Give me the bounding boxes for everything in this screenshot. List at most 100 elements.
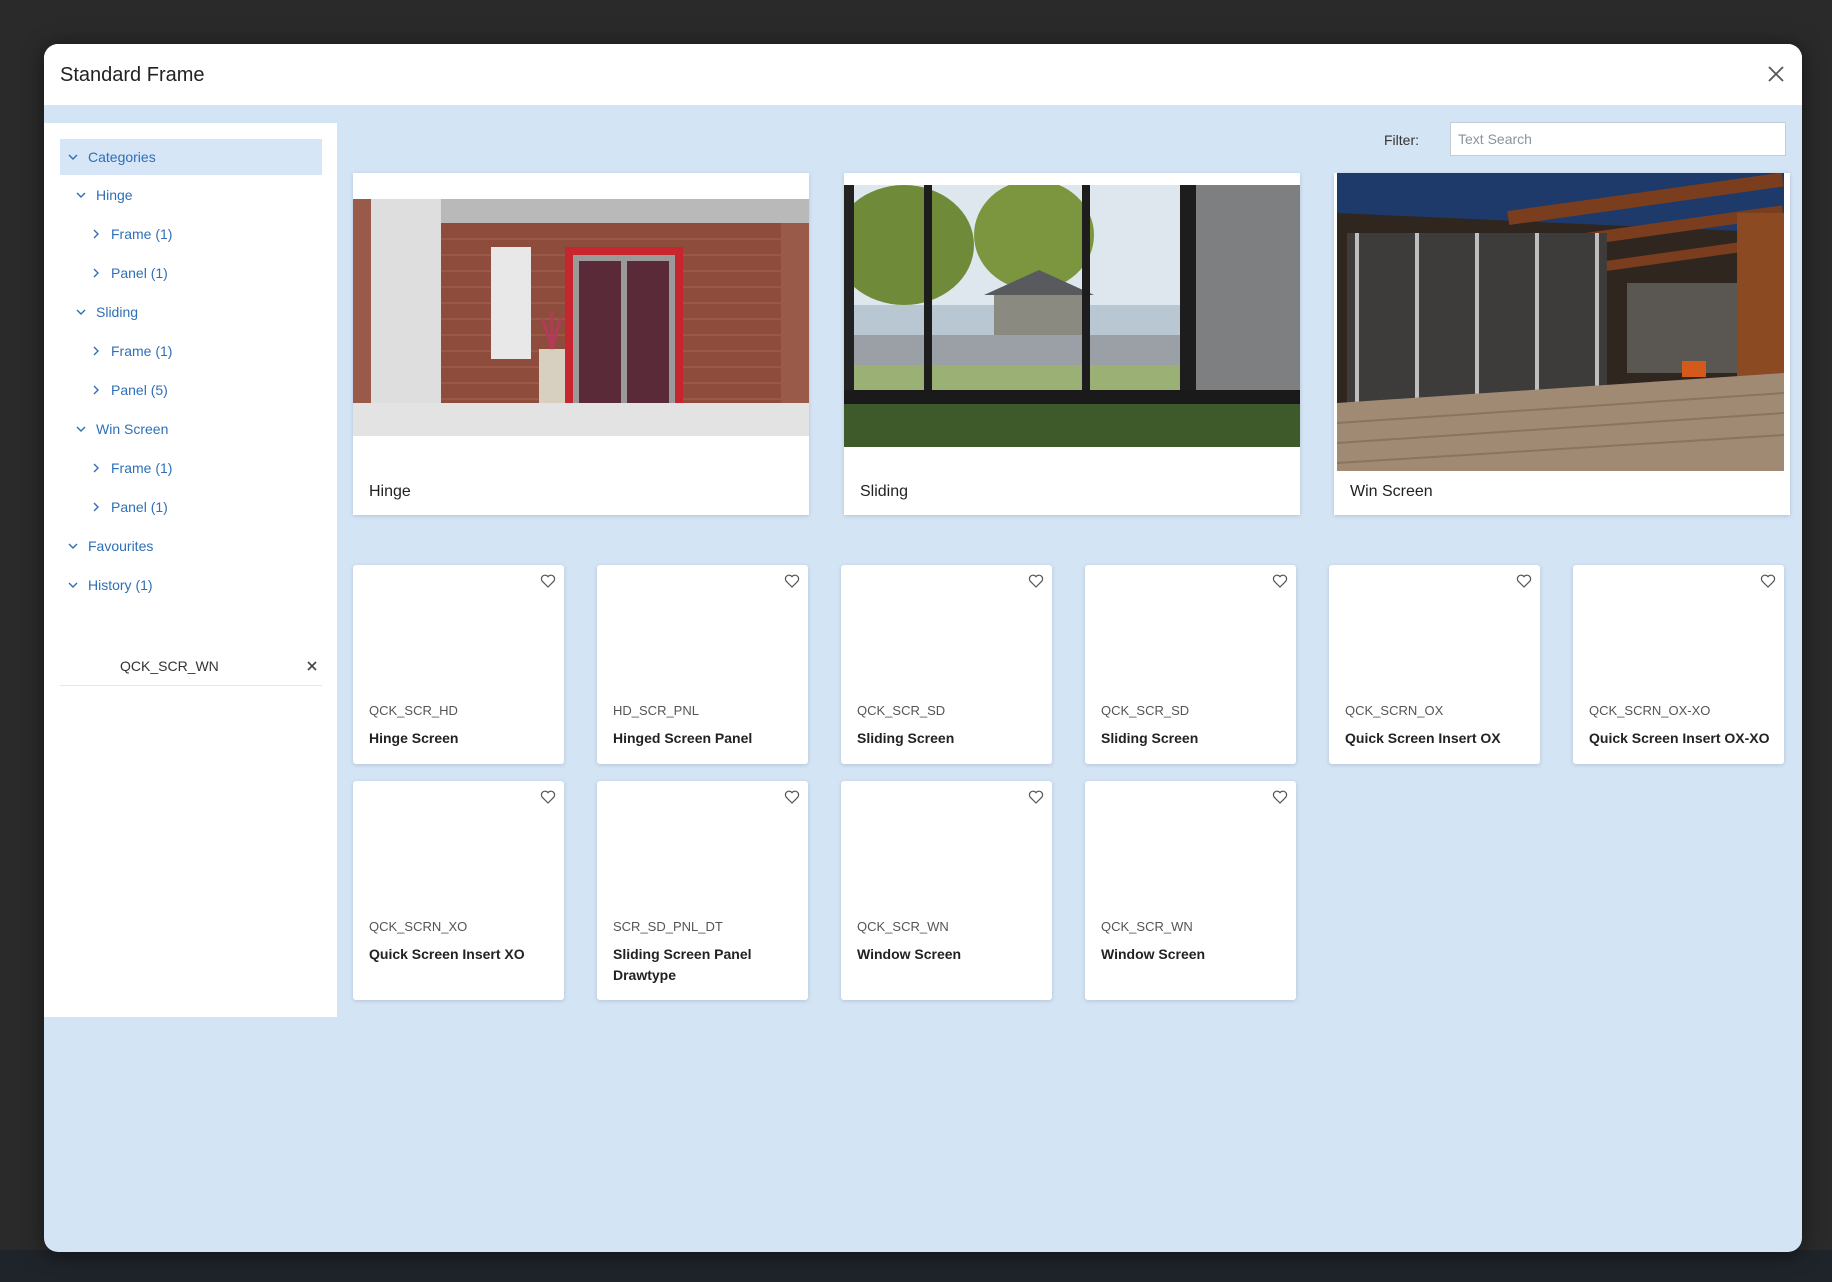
sliding-category-image [844, 185, 1300, 447]
favourite-button[interactable] [540, 573, 556, 589]
product-code: QCK_SCR_SD [1101, 703, 1190, 718]
tree-item-label: Panel (5) [111, 382, 168, 398]
heart-outline-icon [540, 574, 556, 588]
close-icon [1768, 66, 1784, 82]
product-card[interactable]: HD_SCR_PNL Hinged Screen Panel [597, 565, 808, 764]
tree-item-label: Panel (1) [111, 499, 168, 515]
product-name: Quick Screen Insert OX-XO [1589, 730, 1770, 746]
product-name: Hinge Screen [369, 730, 459, 746]
product-code: QCK_SCR_SD [857, 703, 946, 718]
favourite-button[interactable] [784, 789, 800, 805]
favourite-button[interactable] [784, 573, 800, 589]
dialog-title: Standard Frame [60, 64, 205, 86]
tree-item-hinge-frame[interactable]: Frame (1) [89, 216, 172, 252]
tree-item-label: Frame (1) [111, 460, 173, 476]
chevron-down-icon [74, 188, 88, 202]
tree-item-sliding-panel[interactable]: Panel (5) [89, 372, 168, 408]
category-card-hinge[interactable]: Hinge [353, 173, 809, 515]
favourite-button[interactable] [1028, 573, 1044, 589]
product-code: QCK_SCRN_OX [1345, 703, 1444, 718]
category-card-label: Win Screen [1350, 483, 1433, 500]
product-code: QCK_SCR_WN [857, 919, 949, 934]
heart-outline-icon [1516, 574, 1532, 588]
heart-outline-icon [1760, 574, 1776, 588]
filter-label: Filter: [1384, 132, 1419, 148]
favourite-button[interactable] [1272, 789, 1288, 805]
heart-outline-icon [1028, 790, 1044, 804]
tree-item-categories[interactable]: Categories [60, 139, 322, 175]
tree-item-win-screen[interactable]: Win Screen [74, 411, 168, 447]
chevron-down-icon [66, 150, 80, 164]
x-icon [307, 661, 317, 671]
tree-item-win-screen-panel[interactable]: Panel (1) [89, 489, 168, 525]
chevron-right-icon [89, 383, 103, 397]
product-name: Quick Screen Insert XO [369, 946, 525, 962]
category-card-win-screen[interactable]: Win Screen [1334, 173, 1790, 515]
tree-item-label: History (1) [88, 577, 153, 593]
product-code: QCK_SCR_WN [1101, 919, 1193, 934]
history-item[interactable]: QCK_SCR_WN [60, 648, 322, 686]
tree-item-label: Panel (1) [111, 265, 168, 281]
remove-history-button[interactable] [304, 658, 320, 674]
tree-item-label: Favourites [88, 538, 154, 554]
product-code: SCR_SD_PNL_DT [613, 919, 723, 934]
chevron-right-icon [89, 461, 103, 475]
product-card[interactable]: QCK_SCR_SD Sliding Screen [1085, 565, 1296, 764]
product-card[interactable]: QCK_SCR_SD Sliding Screen [841, 565, 1052, 764]
tree-item-label: Categories [88, 149, 156, 165]
chevron-down-icon [66, 578, 80, 592]
product-name: Quick Screen Insert OX [1345, 730, 1501, 746]
heart-outline-icon [784, 574, 800, 588]
tree-item-label: Frame (1) [111, 226, 173, 242]
heart-outline-icon [1028, 574, 1044, 588]
tree-item-hinge-panel[interactable]: Panel (1) [89, 255, 168, 291]
product-code: QCK_SCRN_OX-XO [1589, 703, 1711, 718]
tree-item-win-screen-frame[interactable]: Frame (1) [89, 450, 172, 486]
close-button[interactable] [1762, 60, 1790, 88]
chevron-down-icon [66, 539, 80, 553]
product-card[interactable]: QCK_SCR_HD Hinge Screen [353, 565, 564, 764]
heart-outline-icon [784, 790, 800, 804]
category-card-sliding[interactable]: Sliding [844, 173, 1300, 515]
win-screen-category-image [1337, 173, 1784, 471]
favourite-button[interactable] [1272, 573, 1288, 589]
tree-item-sliding-frame[interactable]: Frame (1) [89, 333, 172, 369]
product-card[interactable]: QCK_SCRN_OX Quick Screen Insert OX [1329, 565, 1540, 764]
dialog-header: Standard Frame [44, 44, 1802, 106]
chevron-down-icon [74, 305, 88, 319]
chevron-right-icon [89, 344, 103, 358]
product-card[interactable]: SCR_SD_PNL_DT Sliding Screen Panel Drawt… [597, 781, 808, 1000]
chevron-right-icon [89, 227, 103, 241]
heart-outline-icon [1272, 790, 1288, 804]
product-card[interactable]: QCK_SCRN_XO Quick Screen Insert XO [353, 781, 564, 1000]
product-code: QCK_SCR_HD [369, 703, 458, 718]
heart-outline-icon [1272, 574, 1288, 588]
tree-item-sliding[interactable]: Sliding [74, 294, 138, 330]
favourite-button[interactable] [1028, 789, 1044, 805]
tree-item-history[interactable]: History (1) [66, 567, 153, 603]
product-name: Window Screen [857, 946, 962, 962]
text-search-input[interactable] [1450, 122, 1786, 156]
product-name: Hinged Screen Panel [613, 730, 753, 746]
product-card[interactable]: QCK_SCR_WN Window Screen [1085, 781, 1296, 1000]
hinge-category-image [353, 199, 809, 436]
chevron-right-icon [89, 266, 103, 280]
favourite-button[interactable] [1760, 573, 1776, 589]
tree-item-label: Win Screen [96, 421, 169, 437]
product-name: Sliding Screen [1101, 730, 1199, 746]
tree-item-label: Frame (1) [111, 343, 173, 359]
tree-item-label: Sliding [96, 304, 139, 320]
product-name: Window Screen [1101, 946, 1206, 962]
chevron-right-icon [89, 500, 103, 514]
product-name: Sliding Screen [857, 730, 955, 746]
tree-item-hinge[interactable]: Hinge [74, 177, 133, 213]
product-card[interactable]: QCK_SCR_WN Window Screen [841, 781, 1052, 1000]
tree-item-label: Hinge [96, 187, 133, 203]
category-card-label: Hinge [369, 483, 411, 500]
favourite-button[interactable] [1516, 573, 1532, 589]
tree-item-favourites[interactable]: Favourites [66, 528, 153, 564]
favourite-button[interactable] [540, 789, 556, 805]
product-code: QCK_SCRN_XO [369, 919, 468, 934]
product-card[interactable]: QCK_SCRN_OX-XO Quick Screen Insert OX-XO [1573, 565, 1784, 764]
page-backdrop [0, 1250, 1832, 1282]
